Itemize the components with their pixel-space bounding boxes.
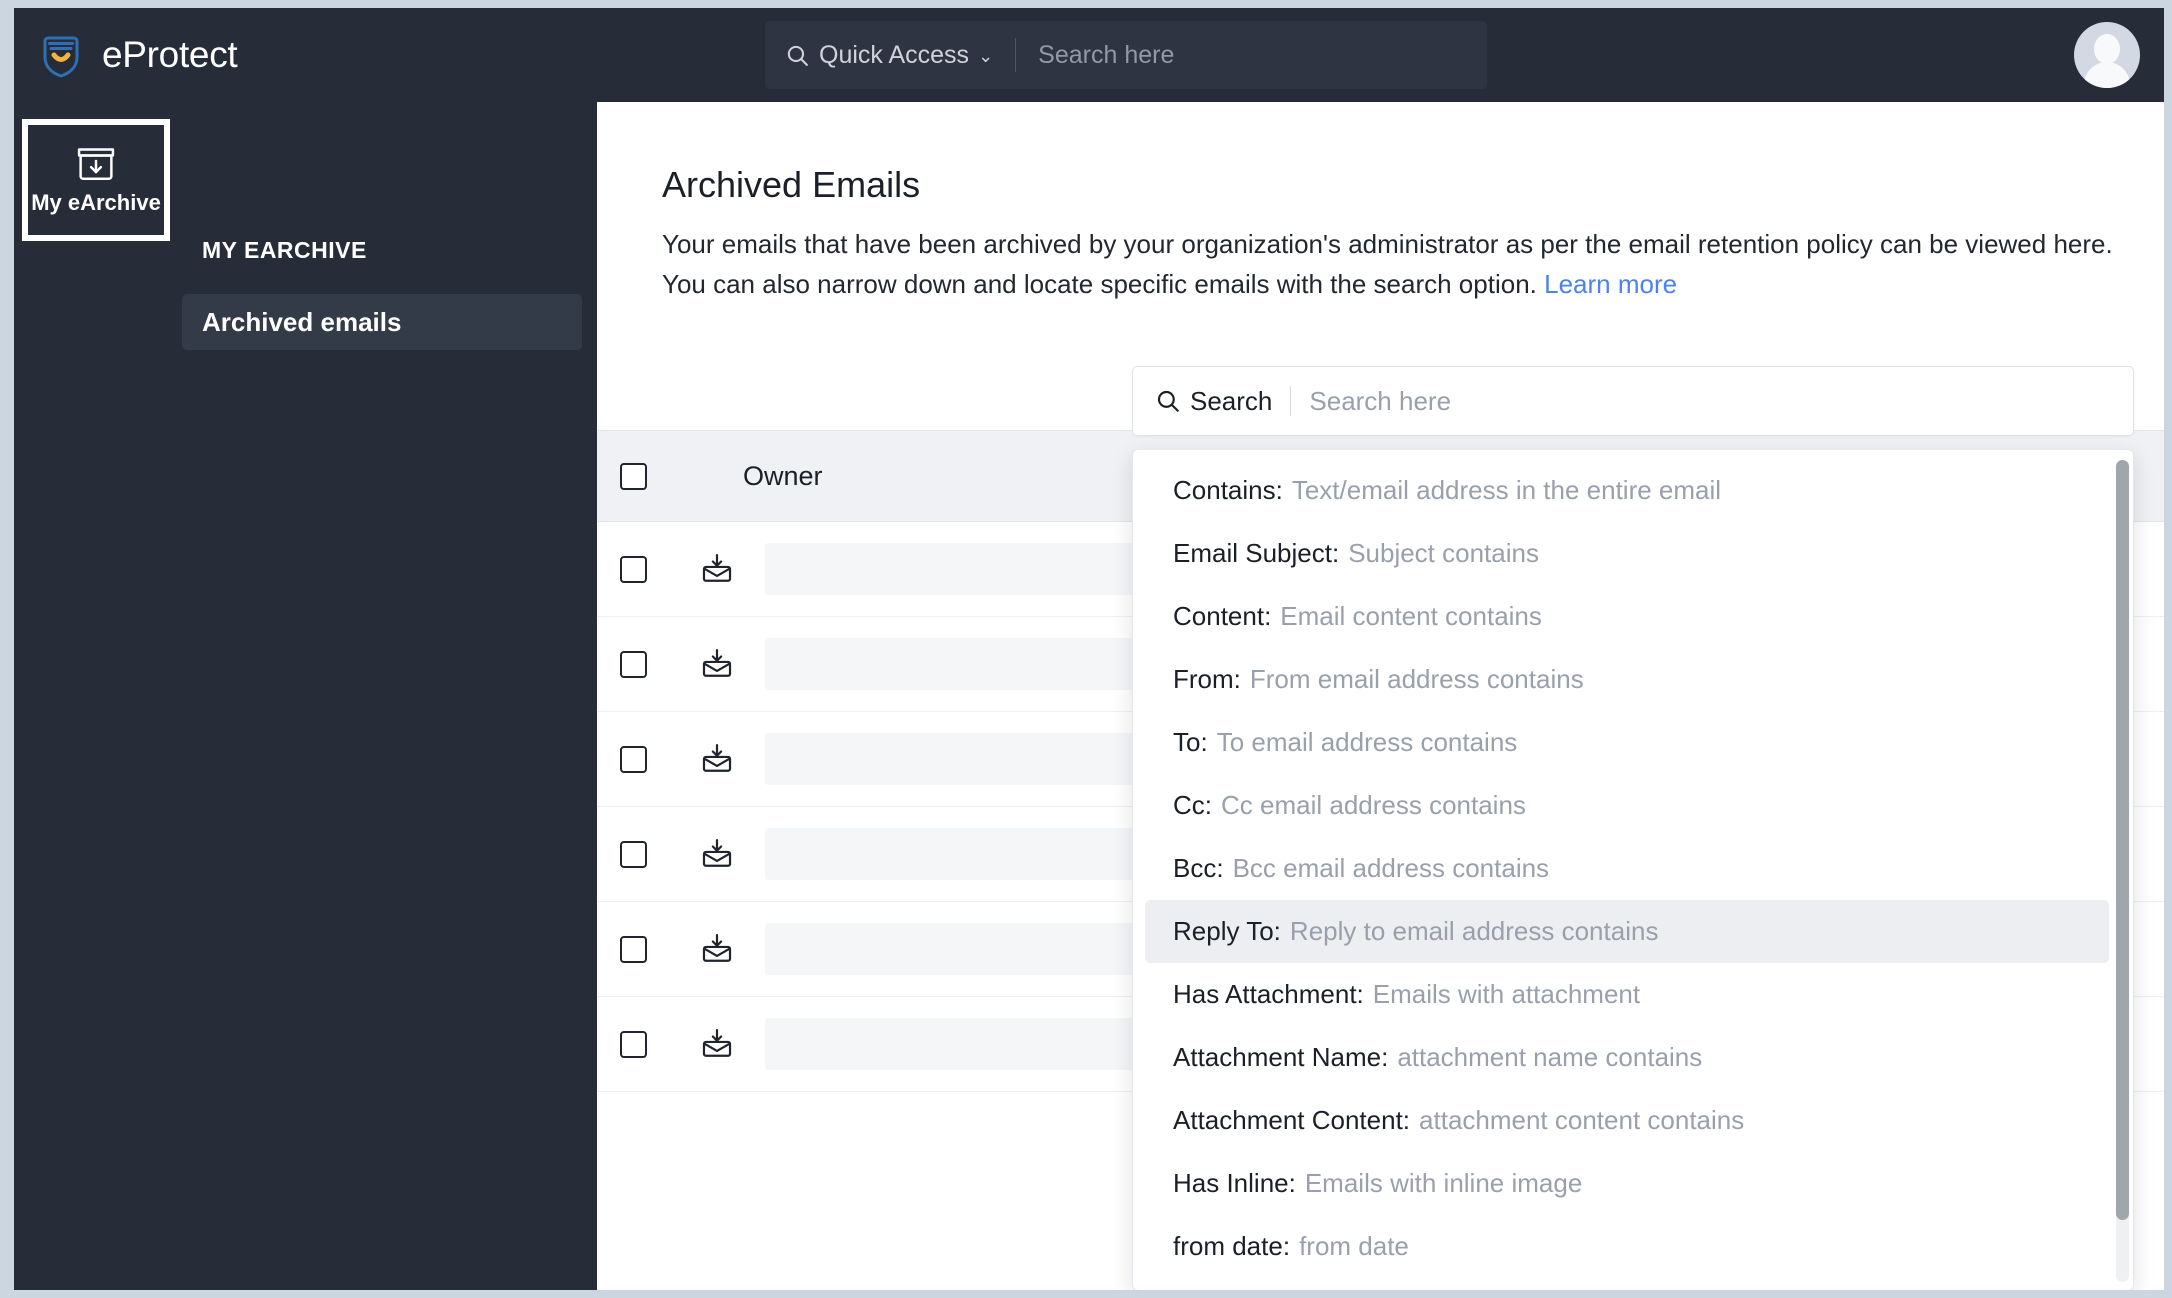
suggestion-item[interactable]: From: From email address contains [1145, 648, 2109, 711]
suggestion-hint: From email address contains [1249, 664, 1584, 694]
suggestion-key: Has Inline: [1173, 1168, 1296, 1198]
envelope-download-icon [669, 552, 765, 586]
divider [1015, 38, 1017, 72]
search-panel: Search Contains: Text/email address in th… [1132, 366, 2134, 1290]
row-checkbox-cell[interactable] [597, 555, 669, 583]
search-icon [1157, 390, 1179, 412]
sidebar-item-archived-emails[interactable]: Archived emails [182, 294, 582, 350]
suggestion-item[interactable]: Bcc: Bcc email address contains [1145, 837, 2109, 900]
row-checkbox[interactable] [619, 1030, 647, 1058]
suggestion-item[interactable]: from date: from date [1145, 1215, 2109, 1278]
brand[interactable]: eProtect [38, 8, 238, 102]
suggestion-key: Reply To: [1173, 916, 1281, 946]
suggestion-hint: Emails with inline image [1304, 1168, 1583, 1198]
row-checkbox-cell[interactable] [597, 650, 669, 678]
avatar-body [2084, 62, 2130, 88]
envelope-download-icon [669, 837, 765, 871]
suggestion-hint: Emails with attachment [1372, 979, 1641, 1009]
email-search-bar[interactable]: Search [1132, 366, 2134, 436]
suggestion-item[interactable]: Cc: Cc email address contains [1145, 774, 2109, 837]
select-all-checkbox[interactable] [619, 462, 647, 490]
suggestion-key: From: [1173, 664, 1241, 694]
suggestion-item[interactable]: Has Attachment: Emails with attachment [1145, 963, 2109, 1026]
global-search-input[interactable] [1038, 40, 1467, 70]
suggestion-item[interactable]: To: To email address contains [1145, 711, 2109, 774]
suggestion-key: Email Subject: [1173, 538, 1340, 568]
suggestion-item[interactable]: Content: Email content contains [1145, 585, 2109, 648]
page-description: Your emails that have been archived by y… [662, 224, 2137, 304]
row-checkbox[interactable] [619, 555, 647, 583]
suggestion-item[interactable]: Has Inline: Emails with inline image [1145, 1152, 2109, 1215]
global-search-bar[interactable]: Quick Access ⌄ [765, 21, 1487, 89]
suggestion-item[interactable]: Contains: Text/email address in the entir… [1145, 459, 2109, 522]
search-scope-label: Search [1190, 385, 1273, 416]
suggestion-list: Contains: Text/email address in the entir… [1133, 459, 2121, 1278]
suggestion-hint: Reply to email address contains [1289, 916, 1659, 946]
suggestion-key: Bcc: [1173, 853, 1224, 883]
search-icon [787, 45, 808, 66]
suggestion-hint: To email address contains [1216, 727, 1518, 757]
row-checkbox[interactable] [619, 935, 647, 963]
divider [1290, 386, 1292, 416]
envelope-download-icon [669, 647, 765, 681]
sidebar: My eArchive MY EARCHIVE Archived emails [14, 102, 597, 1290]
suggestion-hint: Bcc email address contains [1232, 853, 1550, 883]
archive-box-download-icon [74, 144, 118, 184]
suggestion-key: Attachment Name: [1173, 1042, 1389, 1072]
suggestion-key: Content: [1173, 601, 1272, 631]
row-checkbox-cell[interactable] [597, 935, 669, 963]
envelope-download-icon [669, 932, 765, 966]
quick-access-selector[interactable]: Quick Access ⌄ [785, 41, 993, 70]
suggestions-scrollbar-thumb[interactable] [2116, 460, 2129, 1220]
sidebar-item-label: Archived emails [202, 306, 402, 337]
quick-access-label: Quick Access [819, 40, 970, 69]
row-checkbox[interactable] [619, 840, 647, 868]
avatar-head [2094, 34, 2120, 64]
suggestion-key: from date: [1173, 1231, 1291, 1261]
row-checkbox-cell[interactable] [597, 840, 669, 868]
page-title: Archived Emails [662, 164, 921, 205]
suggestion-item[interactable]: Attachment Name: attachment name contains [1145, 1026, 2109, 1089]
suggestion-key: To: [1173, 727, 1208, 757]
envelope-download-icon [669, 1027, 765, 1061]
suggestion-item[interactable]: Attachment Content: attachment content co… [1145, 1089, 2109, 1152]
envelope-download-icon [669, 742, 765, 776]
suggestion-hint: from date [1299, 1231, 1409, 1261]
suggestion-key: Contains: [1173, 475, 1283, 505]
brand-name: eProtect [102, 34, 238, 75]
suggestion-hint: attachment content contains [1419, 1105, 1745, 1135]
suggestion-key: Has Attachment: [1173, 979, 1364, 1009]
row-checkbox-cell[interactable] [597, 1030, 669, 1058]
learn-more-link[interactable]: Learn more [1544, 269, 1677, 299]
page-description-text: Your emails that have been archived by y… [662, 229, 2113, 299]
suggestion-key: Attachment Content: [1173, 1105, 1411, 1135]
suggestion-hint: attachment name contains [1397, 1042, 1703, 1072]
search-suggestions-dropdown: Contains: Text/email address in the entir… [1132, 449, 2134, 1290]
select-all-checkbox-cell[interactable] [597, 462, 669, 490]
avatar[interactable] [2074, 22, 2140, 88]
suggestion-item[interactable]: Email Subject: Subject contains [1145, 522, 2109, 585]
sidebar-app-my-earchive[interactable]: My eArchive [22, 119, 170, 241]
row-checkbox-cell[interactable] [597, 745, 669, 773]
suggestion-item[interactable]: Reply To: Reply to email address contains [1145, 900, 2109, 963]
sidebar-app-label: My eArchive [31, 190, 161, 215]
chevron-down-icon: ⌄ [978, 45, 994, 66]
top-navigation-bar: eProtect Quick Access ⌄ [14, 8, 2164, 102]
sidebar-section-title: MY EARCHIVE [202, 237, 367, 263]
row-checkbox[interactable] [619, 650, 647, 678]
suggestion-hint: Email content contains [1280, 601, 1542, 631]
search-scope[interactable]: Search [1155, 386, 1272, 417]
search-input[interactable] [1309, 385, 2111, 417]
suggestion-key: Cc: [1173, 790, 1212, 820]
application-window: eProtect Quick Access ⌄ Search here My e… [14, 8, 2164, 1290]
row-checkbox[interactable] [619, 745, 647, 773]
suggestion-hint: Text/email address in the entire email [1291, 475, 1722, 505]
suggestion-hint: Cc email address contains [1221, 790, 1526, 820]
suggestion-hint: Subject contains [1348, 538, 1539, 568]
shield-logo-icon [43, 36, 79, 78]
